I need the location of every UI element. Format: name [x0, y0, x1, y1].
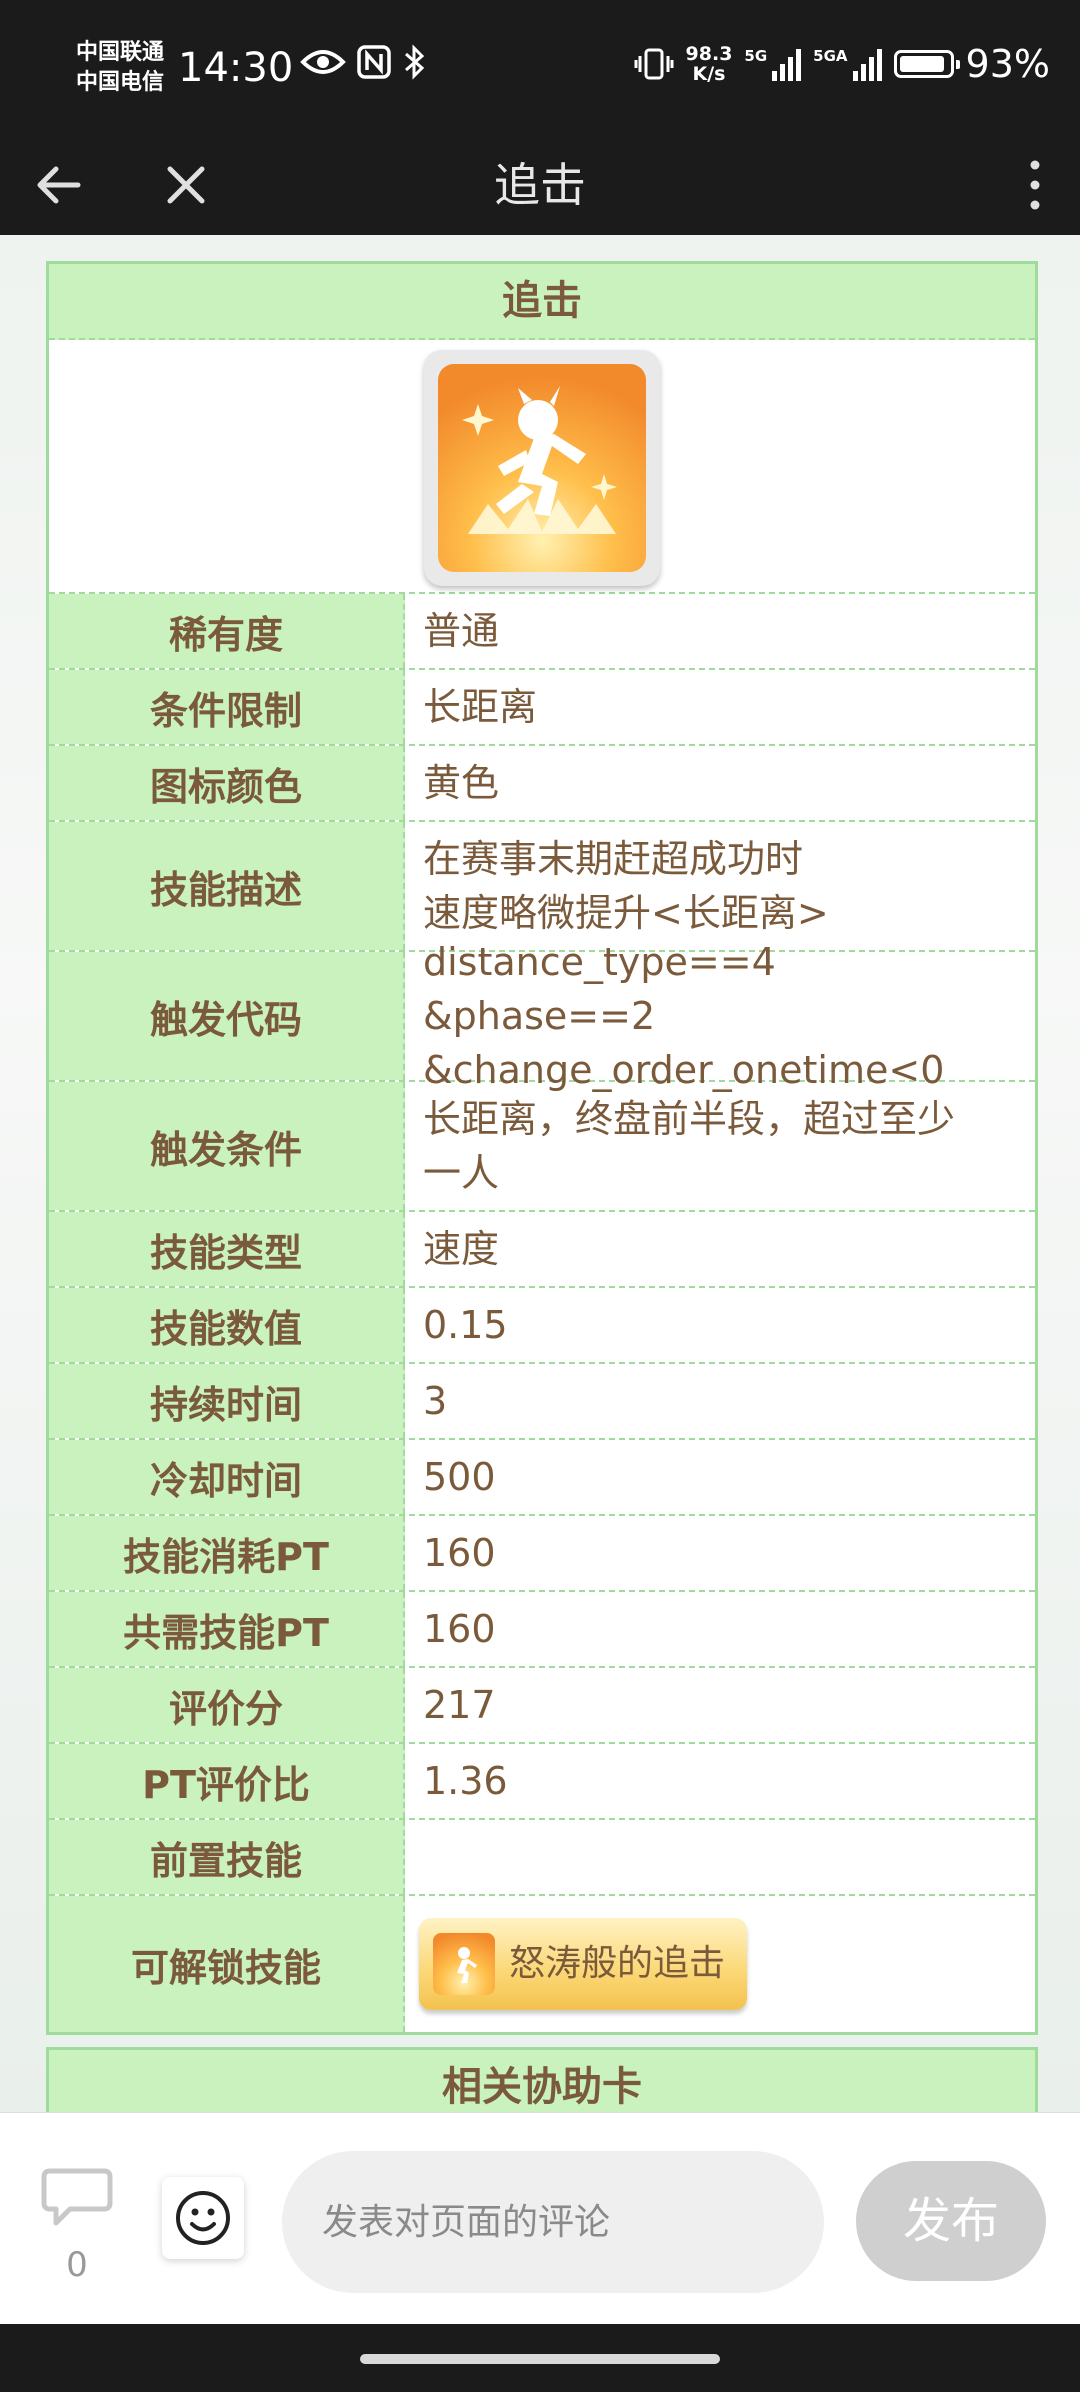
net-speed-value: 98.3: [685, 43, 733, 65]
carrier-labels: 中国联通 中国电信: [76, 38, 164, 98]
skill-image: [424, 350, 660, 586]
table-row: 技能数值 0.15: [49, 1288, 1035, 1364]
skill-image-row: [49, 340, 1035, 594]
row-value: 黄色: [423, 761, 500, 805]
row-key: 技能类型: [49, 1212, 405, 1286]
row-key: 条件限制: [49, 670, 405, 744]
smiley-icon: [176, 2191, 230, 2245]
skill-mini-icon: [433, 1933, 495, 1995]
emoji-button[interactable]: [162, 2177, 244, 2259]
battery-level: [899, 56, 945, 72]
row-key: 技能数值: [49, 1288, 405, 1362]
comment-bar: 0 发布: [0, 2112, 1080, 2325]
table-row: 触发代码 distance_type==4 &phase==2 &change_o…: [49, 940, 1035, 1092]
table-row: 冷却时间 500: [49, 1440, 1035, 1516]
row-key: 稀有度: [49, 594, 405, 668]
row-value: distance_type==4 &phase==2 &change_order…: [423, 940, 945, 1092]
system-nav-bar: [0, 2324, 1080, 2392]
row-key: 共需技能PT: [49, 1592, 405, 1666]
skill-table-header: 追击: [49, 264, 1035, 340]
support-card-header: 相关协助卡: [46, 2047, 1038, 2112]
home-indicator[interactable]: [360, 2354, 720, 2364]
skill-info-table: 追击 稀有度 普通 条件限制 长距离 图标颜色 黄色 技能描述 在赛事末期赶超成功时 速度略微…: [46, 261, 1038, 2035]
row-value: 1.36: [423, 1759, 508, 1803]
row-key: 图标颜色: [49, 746, 405, 820]
publish-button[interactable]: 发布: [856, 2161, 1046, 2281]
carrier-1: 中国联通: [76, 40, 165, 65]
comment-bubble-icon[interactable]: [40, 2165, 114, 2231]
table-row: 条件限制 长距离: [49, 670, 1035, 746]
comment-input[interactable]: [282, 2151, 824, 2293]
table-row: 前置技能: [49, 1820, 1035, 1896]
row-value: 在赛事末期赶超成功时 速度略微提升<长距离>: [423, 837, 829, 935]
unlock-skill-button[interactable]: 怒涛般的追击: [419, 1918, 748, 2010]
row-key: 技能描述: [49, 822, 405, 950]
row-key: 技能消耗PT: [49, 1516, 405, 1590]
row-value: 长距离: [423, 685, 538, 729]
nfc-icon: [357, 45, 391, 79]
table-row: 共需技能PT 160: [49, 1592, 1035, 1668]
table-row: 稀有度 普通: [49, 594, 1035, 670]
row-value: 速度: [423, 1227, 500, 1271]
row-key: 前置技能: [49, 1820, 405, 1894]
signal-2-label: 5GA: [813, 47, 848, 65]
table-row: 技能消耗PT 160: [49, 1516, 1035, 1592]
more-options-icon[interactable]: [1020, 157, 1050, 213]
row-key: 触发代码: [49, 952, 405, 1080]
row-key: 可解锁技能: [49, 1896, 405, 2032]
table-row: 评价分 217: [49, 1668, 1035, 1744]
signal-2-icon: 5GA: [813, 47, 882, 81]
status-right-icons: 98.3 K/s 5G 5GA 93%: [634, 42, 1050, 86]
table-row: 可解锁技能 怒涛般的追击: [49, 1896, 1035, 2032]
row-value: 160: [423, 1531, 496, 1575]
table-row: PT评价比 1.36: [49, 1744, 1035, 1820]
clock: 14:30: [178, 45, 294, 91]
vibrate-icon: [634, 48, 674, 80]
row-value: 长距离，终盘前半段，超过至少 一人: [423, 1097, 956, 1195]
signal-1-icon: 5G: [744, 47, 802, 81]
row-value: [405, 1820, 1035, 1894]
signal-1-label: 5G: [744, 47, 768, 65]
page-content[interactable]: 追击 稀有度 普通 条件限制 长距离 图标颜色 黄色 技能描述 在赛事末期赶超成功时 速度略微…: [0, 235, 1080, 2112]
row-value: 217: [423, 1683, 496, 1727]
table-row: 持续时间 3: [49, 1364, 1035, 1440]
net-speed-unit: K/s: [692, 63, 726, 85]
row-key: PT评价比: [49, 1744, 405, 1818]
battery-icon: [893, 50, 960, 78]
table-row: 技能类型 速度: [49, 1212, 1035, 1288]
app-bar: 追击: [0, 135, 1080, 235]
eye-icon: [300, 50, 346, 74]
table-row: 图标颜色 黄色: [49, 746, 1035, 822]
row-value: 0.15: [423, 1303, 508, 1347]
row-key: 评价分: [49, 1668, 405, 1742]
unlock-skill-label: 怒涛般的追击: [509, 1943, 726, 1984]
running-figure-icon: [462, 386, 617, 534]
carrier-2: 中国电信: [76, 70, 165, 95]
net-speed: 98.3 K/s: [686, 44, 733, 84]
row-value: 160: [423, 1607, 496, 1651]
row-value: 普通: [423, 609, 500, 653]
bluetooth-icon: [405, 44, 425, 80]
page-title: 追击: [494, 158, 586, 212]
row-key: 持续时间: [49, 1364, 405, 1438]
table-row: 技能描述 在赛事末期赶超成功时 速度略微提升<长距离>: [49, 822, 1035, 952]
table-row: 触发条件 长距离，终盘前半段，超过至少 一人: [49, 1082, 1035, 1212]
comment-count: 0: [66, 2245, 88, 2285]
status-left-icons: [300, 44, 426, 80]
status-bar: 中国联通 中国电信 14:30 98.3 K/s 5G 5GA 93%: [0, 0, 1080, 135]
row-key: 触发条件: [49, 1082, 405, 1210]
row-value: 500: [423, 1455, 496, 1499]
battery-percent: 93%: [965, 42, 1050, 86]
row-value: 怒涛般的追击: [405, 1896, 1035, 2032]
row-key: 冷却时间: [49, 1440, 405, 1514]
row-value: 3: [423, 1379, 448, 1423]
skill-rows: 稀有度 普通 条件限制 长距离 图标颜色 黄色 技能描述 在赛事末期赶超成功时 速度略微提升<…: [49, 594, 1035, 2032]
